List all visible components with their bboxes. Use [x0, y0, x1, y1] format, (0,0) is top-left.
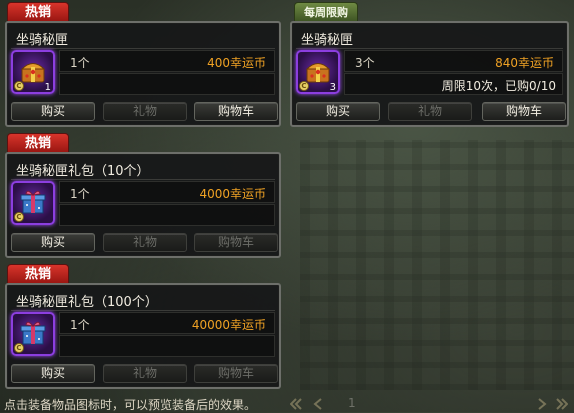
add-to-cart-button[interactable]: 购物车	[194, 233, 278, 252]
gift-button[interactable]: 礼物	[103, 102, 187, 121]
quantity-price-row: 1个 40000幸运币	[59, 312, 275, 334]
background-scenery	[300, 140, 574, 390]
item-count: 3	[329, 82, 336, 93]
shop-item-card: 坐骑秘匣礼包（10个） C 1个 4000幸运币 购买 礼物 购物车	[5, 152, 281, 258]
item-price: 4000幸运币	[199, 187, 266, 201]
add-to-cart-button[interactable]: 购物车	[194, 102, 278, 121]
buy-button[interactable]: 购买	[296, 102, 380, 121]
item-quantity: 1个	[70, 56, 90, 70]
buy-button[interactable]: 购买	[11, 364, 95, 383]
coin-icon: C	[14, 212, 24, 222]
divider	[11, 310, 275, 311]
add-to-cart-button[interactable]: 购物车	[482, 102, 566, 121]
gift-button[interactable]: 礼物	[103, 364, 187, 383]
divider	[11, 48, 275, 49]
next-page-arrow-icon[interactable]	[536, 398, 548, 410]
first-page-arrow-icon[interactable]	[290, 398, 302, 410]
coin-icon: C	[14, 343, 24, 353]
preview-hint-text: 点击装备物品图标时，可以预览装备后的效果。	[4, 398, 257, 412]
weekly-limit-tag: 每周限购	[294, 2, 358, 21]
gift-button[interactable]: 礼物	[103, 233, 187, 252]
hot-sale-tag: 热销	[7, 264, 69, 283]
shop-item-card: 坐骑秘匣 C 1 1个 400幸运币 购买 礼物 购物车	[5, 21, 281, 127]
item-quantity: 3个	[355, 56, 375, 70]
item-price: 400幸运币	[207, 56, 266, 70]
item-icon-button[interactable]: C	[11, 181, 55, 225]
buy-button[interactable]: 购买	[11, 233, 95, 252]
item-icon-button[interactable]: C 1	[11, 50, 55, 94]
item-quantity: 1个	[70, 187, 90, 201]
last-page-arrow-icon[interactable]	[556, 398, 568, 410]
quantity-price-row: 3个 840幸运币	[344, 50, 563, 72]
quantity-price-row: 1个 4000幸运币	[59, 181, 275, 203]
limit-row	[59, 73, 275, 95]
limit-row: 周限10次，已购0/10	[344, 73, 563, 95]
divider	[296, 48, 563, 49]
limit-row	[59, 204, 275, 226]
quantity-price-row: 1个 400幸运币	[59, 50, 275, 72]
buy-button[interactable]: 购买	[11, 102, 95, 121]
shop-item-card: 坐骑秘匣 C 3 3个 840幸运币 周限10次，已购0/10 购买 礼物 购物…	[290, 21, 569, 127]
item-name: 坐骑秘匣	[16, 33, 69, 48]
hot-sale-tag: 热销	[7, 133, 69, 152]
divider	[11, 179, 275, 180]
coin-icon: C	[14, 81, 24, 91]
item-name: 坐骑秘匣	[301, 33, 354, 48]
item-quantity: 1个	[70, 318, 90, 332]
item-count: 1	[44, 82, 51, 93]
item-icon-button[interactable]: C 3	[296, 50, 340, 94]
limit-row	[59, 335, 275, 357]
item-price: 40000幸运币	[191, 318, 266, 332]
item-name: 坐骑秘匣礼包（100个）	[16, 295, 158, 310]
hot-sale-tag: 热销	[7, 2, 69, 21]
item-name: 坐骑秘匣礼包（10个）	[16, 164, 150, 179]
purchase-limit: 周限10次，已购0/10	[441, 79, 556, 93]
prev-page-arrow-icon[interactable]	[312, 398, 324, 410]
item-icon-button[interactable]: C	[11, 312, 55, 356]
shop-item-card: 坐骑秘匣礼包（100个） C 1个 40000幸运币 购买 礼物 购物车	[5, 283, 281, 389]
item-price: 840幸运币	[495, 56, 554, 70]
gift-button[interactable]: 礼物	[388, 102, 472, 121]
add-to-cart-button[interactable]: 购物车	[194, 364, 278, 383]
coin-icon: C	[299, 81, 309, 91]
page-number: 1	[348, 396, 356, 410]
